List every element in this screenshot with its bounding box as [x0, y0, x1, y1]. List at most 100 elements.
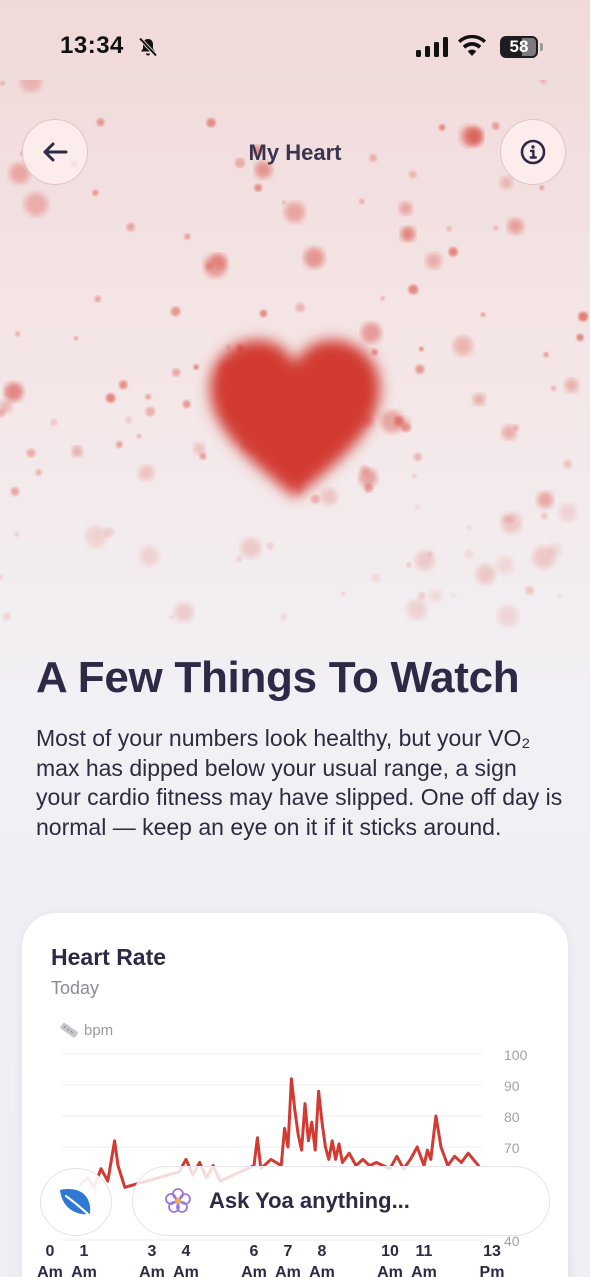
particle-dot	[359, 198, 365, 205]
particle-dot	[537, 491, 554, 508]
particle-dot	[415, 550, 435, 571]
battery-level: 58	[509, 37, 529, 56]
particle-dot	[184, 233, 191, 240]
particle-dot	[539, 185, 545, 191]
particle-dot	[409, 170, 417, 179]
particle-dot	[438, 124, 446, 131]
particle-dot	[240, 537, 261, 558]
x-tick-period: Am	[71, 1264, 97, 1277]
flower-sparkle-icon	[165, 1188, 191, 1213]
y-tick-label: 70	[504, 1140, 520, 1156]
wifi-icon	[458, 35, 486, 56]
particle-dot	[417, 591, 426, 600]
x-tick-period: Am	[241, 1264, 267, 1277]
status-bar: 13:34 58	[0, 0, 590, 90]
particle-dot	[145, 393, 152, 400]
particle-dot	[138, 465, 155, 481]
particle-dot	[563, 459, 572, 469]
particle-dot	[0, 574, 3, 580]
summary-body: Most of your numbers look healthy, but y…	[36, 725, 563, 840]
particle-dot	[281, 200, 286, 205]
battery-indicator: 58	[500, 36, 543, 58]
summary-headline: A Few Things To Watch	[36, 653, 520, 702]
x-tick-hour: 8	[318, 1243, 327, 1260]
x-tick-hour: 3	[148, 1243, 157, 1260]
particle-dot	[466, 524, 473, 531]
particle-dot	[10, 487, 20, 496]
particle-dot	[578, 311, 588, 322]
particle-dot	[19, 80, 42, 92]
particle-dot	[493, 225, 499, 231]
info-button[interactable]	[500, 119, 566, 185]
x-tick-period: Am	[173, 1264, 199, 1277]
particle-dot	[96, 118, 105, 127]
cellular-signal-icon	[416, 37, 448, 57]
x-tick-hour: 10	[381, 1243, 399, 1260]
particle-dot	[172, 368, 181, 377]
particle-dot	[341, 591, 346, 596]
particle-dot	[501, 425, 517, 440]
particle-dot	[380, 296, 385, 301]
particle-dot	[126, 222, 135, 232]
particle-dot	[415, 364, 425, 374]
particle-dot	[492, 122, 500, 130]
x-tick-period: Am	[309, 1264, 335, 1277]
particle-dot	[295, 302, 305, 313]
particle-dot	[50, 419, 58, 426]
particle-dot	[448, 247, 458, 257]
x-tick-period: Am	[411, 1264, 437, 1277]
particle-dot	[4, 382, 24, 402]
particle-dot	[500, 176, 513, 189]
leaf-icon	[60, 1189, 94, 1220]
x-tick-period: Am	[139, 1264, 165, 1277]
particle-dot	[15, 331, 20, 337]
particle-dot	[413, 452, 422, 461]
particle-dot	[551, 385, 557, 391]
particle-dot	[371, 573, 381, 583]
particle-dot	[557, 593, 562, 598]
particle-dot	[174, 602, 194, 622]
x-tick-hour: 13	[483, 1243, 501, 1260]
x-tick-period: Am	[37, 1264, 63, 1277]
particle-dot	[35, 469, 42, 476]
x-tick-period: Am	[275, 1264, 301, 1277]
x-tick-period: Am	[377, 1264, 403, 1277]
particle-dot	[85, 525, 107, 548]
particle-dot	[475, 564, 496, 585]
x-tick-hour: 4	[182, 1243, 191, 1260]
particle-dot	[266, 542, 274, 550]
particle-dot	[73, 336, 78, 341]
particle-dot	[497, 605, 519, 627]
particle-dot	[14, 531, 20, 537]
particle-dot	[94, 295, 101, 303]
particle-dot	[24, 192, 48, 217]
particle-dot	[280, 613, 287, 620]
x-tick-hour: 0	[46, 1243, 55, 1260]
particle-dot	[105, 393, 116, 403]
particle-dot	[406, 562, 412, 568]
particle-dot	[415, 504, 420, 510]
particle-dot	[145, 406, 155, 417]
particle-dot	[139, 546, 160, 566]
x-tick-period: Pm	[480, 1264, 505, 1277]
particle-dot	[543, 352, 549, 358]
particle-dot	[507, 218, 524, 235]
particle-dot	[26, 448, 36, 458]
particle-dot	[71, 446, 83, 457]
particle-dot	[0, 81, 5, 86]
particle-dot	[406, 599, 427, 620]
leaf-button[interactable]	[40, 1168, 112, 1236]
x-tick-hour: 6	[250, 1243, 259, 1260]
y-tick-label: 100	[504, 1047, 528, 1063]
particle-dot	[284, 201, 306, 223]
particle-dot	[206, 118, 216, 128]
particle-dot	[2, 612, 11, 621]
particle-dot	[419, 346, 424, 352]
particle-dot	[564, 378, 579, 393]
ask-input[interactable]: Ask Yoa anything...	[132, 1166, 550, 1236]
particle-dot	[408, 284, 419, 295]
particle-dot	[103, 527, 114, 538]
particle-dot	[429, 589, 442, 603]
info-circle-icon	[520, 139, 546, 165]
x-tick-hour: 7	[284, 1243, 293, 1260]
